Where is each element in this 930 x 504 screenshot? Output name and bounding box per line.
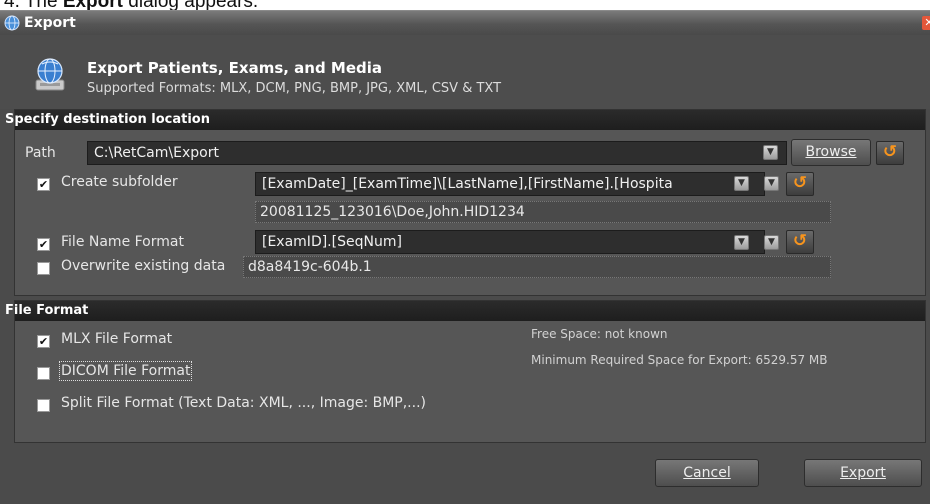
export-button[interactable]: Export xyxy=(804,459,922,487)
export-globe-icon xyxy=(33,56,67,92)
window-title: Export xyxy=(24,15,76,31)
create-subfolder-label: Create subfolder xyxy=(61,174,178,190)
dialog-footer: Cancel Export xyxy=(0,443,930,504)
mlx-format-label: MLX File Format xyxy=(61,331,173,347)
file-format-section-title: File Format xyxy=(5,301,925,321)
close-icon[interactable]: ✕ xyxy=(922,16,930,30)
cancel-button[interactable]: Cancel xyxy=(655,459,759,487)
path-dropdown-icon[interactable]: ▼ xyxy=(763,145,778,160)
subfolder-preview: 20081125_123016\Doe,John.HID1234 xyxy=(255,201,831,223)
overwrite-checkbox[interactable] xyxy=(37,262,50,275)
required-space-text: Minimum Required Space for Export: 6529.… xyxy=(531,353,828,367)
file-name-format-checkbox[interactable]: ✔ xyxy=(37,238,50,251)
destination-section-title: Specify destination location xyxy=(5,110,925,130)
split-format-label: Split File Format (Text Data: XML, ..., … xyxy=(61,395,426,411)
file-format-section: File Format ✔ MLX File Format DICOM File… xyxy=(5,300,926,443)
header-title: Export Patients, Exams, and Media xyxy=(87,59,383,77)
file-name-reset-icon[interactable]: ↺ xyxy=(786,230,814,254)
path-input[interactable]: C:\RetCam\Export xyxy=(87,141,787,165)
browse-button[interactable]: Browse xyxy=(791,139,871,166)
path-reset-icon[interactable]: ↺ xyxy=(876,141,904,165)
subfolder-dropdown-icon[interactable]: ▼ xyxy=(734,176,749,191)
subfolder-format-combo[interactable]: [ExamDate]_[ExamTime]\[LastName],[FirstN… xyxy=(255,172,765,196)
file-name-insert-dropdown-icon[interactable]: ▼ xyxy=(764,235,779,250)
destination-section: Specify destination location Path C:\Ret… xyxy=(5,109,926,296)
title-bar: Export ✕ xyxy=(0,11,930,35)
path-label: Path xyxy=(25,145,56,161)
mlx-format-checkbox[interactable]: ✔ xyxy=(37,335,50,348)
export-dialog: Export ✕ Export Patients, Exams, and Med… xyxy=(0,10,930,504)
create-subfolder-checkbox[interactable]: ✔ xyxy=(37,178,50,191)
app-globe-icon xyxy=(4,15,20,31)
dicom-format-label: DICOM File Format xyxy=(58,361,193,381)
overwrite-label: Overwrite existing data xyxy=(61,258,226,274)
file-name-format-label: File Name Format xyxy=(61,234,184,250)
dialog-header: Export Patients, Exams, and Media Suppor… xyxy=(0,35,930,109)
subfolder-reset-icon[interactable]: ↺ xyxy=(786,172,814,196)
file-name-preview: d8a8419c-604b.1 xyxy=(243,256,831,278)
file-name-format-combo[interactable]: [ExamID].[SeqNum] xyxy=(255,230,765,254)
subfolder-insert-dropdown-icon[interactable]: ▼ xyxy=(764,176,779,191)
file-name-dropdown-icon[interactable]: ▼ xyxy=(734,235,749,250)
free-space-text: Free Space: not known xyxy=(531,327,668,341)
split-format-checkbox[interactable] xyxy=(37,399,50,412)
dicom-format-checkbox[interactable] xyxy=(37,367,50,380)
header-subtitle: Supported Formats: MLX, DCM, PNG, BMP, J… xyxy=(87,81,502,96)
